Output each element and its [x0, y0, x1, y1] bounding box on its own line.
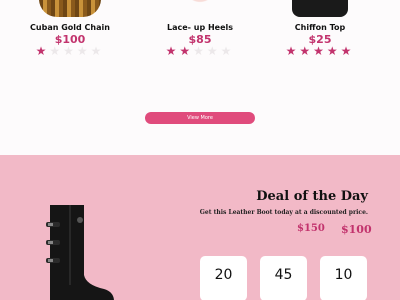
deal-old-price: $150: [297, 223, 325, 234]
countdown-box: 10: [320, 256, 367, 300]
product-name: Lace- up Heels: [166, 23, 234, 32]
star-icon: ★: [206, 44, 221, 58]
star-icon: ★: [165, 44, 180, 58]
star-icon: ★: [313, 44, 327, 58]
star-icon: ★: [35, 44, 50, 58]
leather-boot-image: [46, 205, 114, 300]
deal-new-price: $100: [341, 223, 372, 236]
view-more-button[interactable]: View More: [145, 112, 255, 124]
heels-image: [185, 0, 215, 8]
star-icon: ★: [179, 44, 194, 58]
rating-stars: ★★★★★: [15, 44, 125, 58]
deal-subtitle: Get this Leather Boot today at a discoun…: [199, 209, 368, 216]
countdown-box: 45: [260, 256, 307, 300]
countdown-box: 20: [200, 256, 247, 300]
deal-title: Deal of the Day: [256, 189, 368, 204]
star-icon: ★: [49, 44, 64, 58]
star-icon: ★: [193, 44, 207, 58]
star-icon: ★: [340, 44, 355, 58]
star-icon: ★: [63, 44, 77, 58]
deal-of-the-day-section: Deal of the Day Get this Leather Boot to…: [0, 155, 400, 300]
star-icon: ★: [90, 44, 105, 58]
star-icon: ★: [220, 44, 235, 58]
product-name: Cuban Gold Chain: [30, 23, 110, 32]
rating-stars: ★★★★★: [145, 44, 255, 58]
chiffon-top-image: [292, 0, 348, 17]
star-icon: ★: [299, 44, 314, 58]
products-section: Cuban Gold Chain $100 ★★★★★ Lace- up Hee…: [0, 0, 400, 155]
star-icon: ★: [285, 44, 300, 58]
rating-stars: ★★★★★: [265, 44, 375, 58]
gold-chain-image: [39, 0, 101, 17]
star-icon: ★: [326, 44, 341, 58]
product-name: Chiffon Top: [294, 23, 346, 32]
star-icon: ★: [76, 44, 91, 58]
